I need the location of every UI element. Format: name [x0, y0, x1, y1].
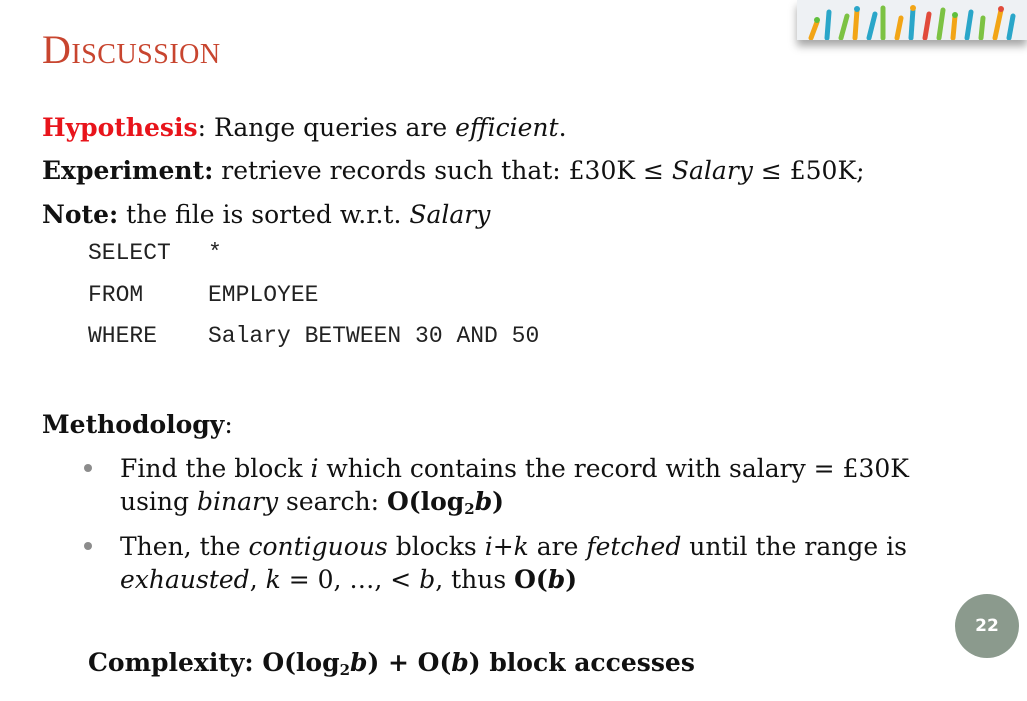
text-span: b: [474, 487, 493, 516]
sql-from-arg: EMPLOYEE: [208, 282, 319, 308]
text-span: k: [265, 565, 281, 594]
sql-select-arg: *: [208, 240, 222, 266]
sql-keyword-select: SELECT: [88, 240, 171, 266]
slide: Discussion Hypothesis: Range queries are…: [0, 0, 1027, 701]
text-span: 2: [464, 499, 475, 518]
note-text: the file is sorted w.r.t.: [118, 200, 410, 229]
methodology-label: Methodology: [42, 410, 225, 439]
hands-raised-banner-icon: [797, 0, 1027, 40]
text-span: O(: [514, 565, 548, 594]
text-span: ) + O(: [367, 648, 452, 677]
text-span: Then, the: [120, 532, 249, 561]
sql-line-select: SELECT *: [88, 240, 222, 266]
page-number-badge: 22: [955, 594, 1019, 658]
text-span: b: [419, 565, 436, 594]
sql-line-where: WHERE Salary BETWEEN 30 AND 50: [88, 323, 539, 349]
bullet-1-line-1: Find the block i which contains the reco…: [120, 453, 909, 484]
text-span: which contains the record with salary = …: [318, 454, 909, 483]
hypothesis-text: Range queries are: [206, 113, 456, 142]
text-span: blocks: [387, 532, 485, 561]
bullet-2-line-2: exhausted, k = 0, …, < b, thus O(b): [120, 564, 577, 595]
hypothesis-label: Hypothesis: [42, 113, 198, 142]
note-label: Note:: [42, 200, 119, 229]
text-span: b: [350, 648, 368, 677]
bullet-1-line-2: using binary search: O(log2b): [120, 486, 504, 525]
text-span: contiguous: [248, 532, 388, 561]
hypothesis-emph: efficient: [455, 113, 559, 142]
hypothesis-end: .: [558, 113, 567, 142]
sql-where-arg: Salary BETWEEN 30 AND 50: [208, 323, 540, 349]
complexity-line: Complexity: O(log2b) + O(b) block access…: [88, 648, 695, 685]
experiment-var: Salary: [671, 156, 753, 185]
sql-line-from: FROM EMPLOYEE: [88, 282, 318, 308]
experiment-end: ≤ £50K;: [752, 156, 865, 185]
text-span: until the range is: [681, 532, 907, 561]
text-span: ): [565, 565, 578, 594]
text-span: b: [451, 648, 469, 677]
text-span: ) block accesses: [468, 648, 695, 677]
text-span: = 0, …, <: [280, 565, 420, 594]
hypothesis-colon: :: [197, 113, 207, 142]
text-span: Find the block: [120, 454, 311, 483]
text-span: exhausted: [120, 565, 250, 594]
experiment-line: Experiment: retrieve records such that: …: [42, 156, 865, 186]
text-span: ): [492, 487, 505, 516]
note-line: Note: the file is sorted w.r.t. Salary: [42, 200, 490, 230]
slide-title: Discussion: [42, 27, 221, 72]
hypothesis-line: Hypothesis: Range queries are efficient.: [42, 113, 567, 143]
methodology-colon: :: [224, 410, 233, 439]
sql-keyword-where: WHERE: [88, 323, 158, 349]
text-span: fetched: [586, 532, 682, 561]
text-span: i+k: [484, 532, 529, 561]
sql-keyword-from: FROM: [88, 282, 144, 308]
bullet-dot-icon: [84, 542, 92, 550]
bullet-dot-icon: [84, 464, 92, 472]
text-span: binary: [196, 487, 279, 516]
text-span: 2: [339, 660, 351, 679]
text-span: b: [547, 565, 566, 594]
text-span: ,: [249, 565, 266, 594]
note-var: Salary: [409, 200, 491, 229]
text-span: , thus: [435, 565, 515, 594]
bullet-2-line-1: Then, the contiguous blocks i+k are fetc…: [120, 531, 907, 562]
text-span: O(log: [386, 487, 465, 516]
text-span: Complexity: O(log: [88, 648, 340, 677]
experiment-text: retrieve records such that: £30K ≤: [213, 156, 672, 185]
methodology-heading: Methodology:: [42, 410, 233, 440]
text-span: using: [120, 487, 197, 516]
experiment-label: Experiment:: [42, 156, 214, 185]
text-span: search:: [278, 487, 387, 516]
text-span: are: [528, 532, 587, 561]
